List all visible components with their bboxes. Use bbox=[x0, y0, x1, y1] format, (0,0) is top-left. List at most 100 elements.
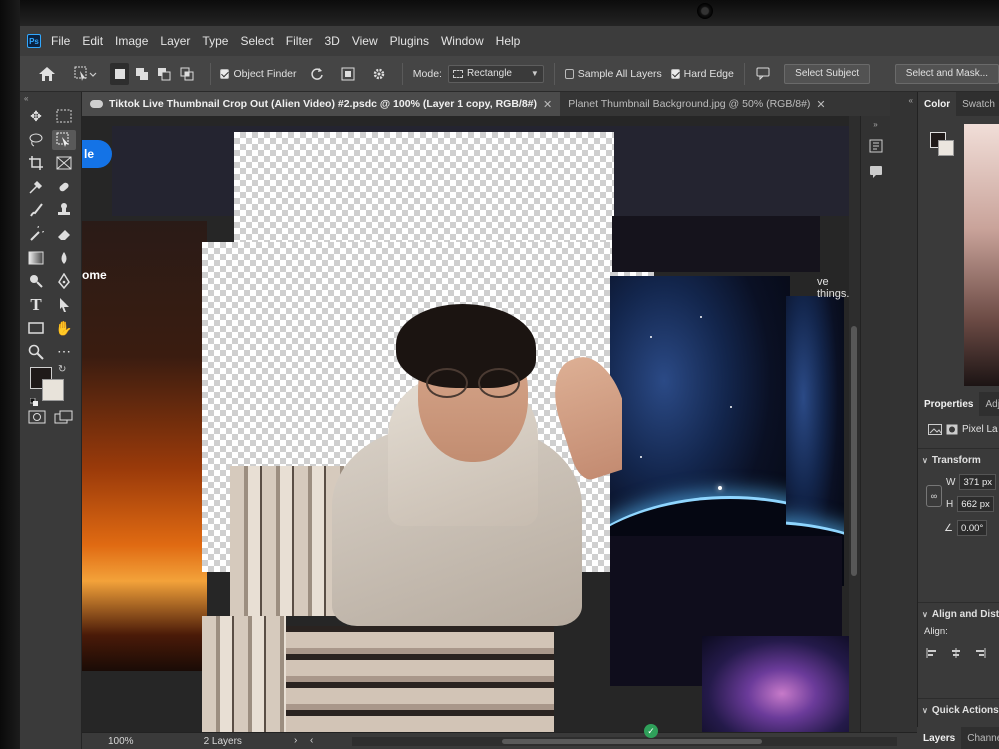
scroll-left-icon[interactable]: ‹ bbox=[310, 735, 313, 746]
path-selection-tool-icon[interactable] bbox=[52, 295, 76, 315]
canvas-vertical-scrollbar[interactable] bbox=[849, 116, 860, 732]
collapse-panels-icon[interactable]: » bbox=[861, 120, 890, 129]
chevron-down-icon: ▼ bbox=[530, 68, 539, 78]
object-selection-tool-icon[interactable] bbox=[52, 129, 76, 150]
quick-actions-title: Quick Actions bbox=[931, 705, 999, 716]
intersect-selection-icon[interactable] bbox=[177, 63, 196, 85]
align-right-icon[interactable] bbox=[974, 647, 986, 659]
gradient-tool-icon[interactable] bbox=[24, 248, 48, 268]
close-icon[interactable]: ✕ bbox=[816, 98, 825, 111]
link-icon[interactable]: ∞ bbox=[926, 485, 942, 507]
lasso-tool-icon[interactable] bbox=[24, 130, 48, 150]
new-selection-icon[interactable] bbox=[110, 62, 130, 85]
tab-swatches[interactable]: Swatch bbox=[956, 92, 999, 116]
menu-3d[interactable]: 3D bbox=[324, 34, 339, 48]
menu-image[interactable]: Image bbox=[115, 34, 148, 48]
quick-mask-icon[interactable] bbox=[28, 410, 46, 429]
align-center-icon[interactable] bbox=[950, 647, 962, 659]
add-to-selection-icon[interactable] bbox=[132, 63, 151, 85]
tab-properties[interactable]: Properties bbox=[918, 392, 980, 416]
right-panels: Color Swatch Properties Adj Pixel La ∨ T… bbox=[917, 92, 999, 749]
menu-select[interactable]: Select bbox=[240, 34, 273, 48]
crop-tool-icon[interactable] bbox=[24, 153, 48, 173]
tab-label: Tiktok Live Thumbnail Crop Out (Alien Vi… bbox=[109, 98, 538, 110]
chevron-down-icon[interactable]: ∨ bbox=[922, 610, 928, 619]
object-selection-tool-preset-icon[interactable] bbox=[74, 63, 98, 85]
stamp-tool-icon[interactable] bbox=[52, 200, 76, 220]
width-field[interactable]: 371 px bbox=[959, 474, 996, 490]
default-colors-icon[interactable] bbox=[29, 393, 38, 406]
tab-adjustments[interactable]: Adj bbox=[979, 392, 999, 416]
tab-tiktok-thumbnail[interactable]: Tiktok Live Thumbnail Crop Out (Alien Vi… bbox=[82, 92, 561, 116]
canvas-horizontal-scrollbar[interactable] bbox=[352, 737, 897, 746]
scrollbar-thumb[interactable] bbox=[851, 326, 857, 576]
more-tools-icon[interactable]: ⋯ bbox=[52, 342, 76, 362]
object-finder-checkbox[interactable] bbox=[220, 68, 230, 79]
menu-help[interactable]: Help bbox=[496, 34, 521, 48]
align-left-icon[interactable] bbox=[926, 647, 938, 659]
collapse-toolbar-icon[interactable]: « bbox=[24, 94, 28, 103]
eyedropper-tool-icon[interactable] bbox=[24, 177, 48, 197]
blur-tool-icon[interactable] bbox=[52, 248, 76, 268]
menu-filter[interactable]: Filter bbox=[286, 34, 313, 48]
tab-planet-background[interactable]: Planet Thumbnail Background.jpg @ 50% (R… bbox=[560, 92, 833, 116]
angle-field[interactable]: 0.00° bbox=[956, 520, 988, 536]
tab-layers[interactable]: Layers bbox=[917, 727, 962, 749]
status-chevron-icon[interactable]: › bbox=[294, 735, 297, 746]
background-color-swatch[interactable] bbox=[42, 379, 64, 401]
color-panel-tabs: Color Swatch bbox=[918, 92, 999, 116]
select-subject-button[interactable]: Select Subject bbox=[784, 63, 871, 84]
show-all-objects-icon[interactable] bbox=[338, 63, 357, 85]
menu-window[interactable]: Window bbox=[441, 34, 484, 48]
gear-icon[interactable] bbox=[370, 63, 389, 85]
tab-channels[interactable]: Channels bbox=[961, 727, 999, 749]
move-tool-icon[interactable]: ✥ bbox=[24, 106, 48, 126]
healing-brush-tool-icon[interactable] bbox=[52, 177, 76, 197]
mode-dropdown[interactable]: Rectangle ▼ bbox=[447, 64, 544, 83]
history-panel-icon[interactable] bbox=[866, 137, 886, 155]
hand-tool-icon[interactable]: ✋ bbox=[52, 318, 76, 338]
menu-file[interactable]: File bbox=[51, 34, 70, 48]
comment-icon[interactable] bbox=[755, 63, 774, 85]
menu-edit[interactable]: Edit bbox=[82, 34, 103, 48]
home-icon[interactable] bbox=[38, 66, 56, 82]
menu-plugins[interactable]: Plugins bbox=[390, 34, 429, 48]
color-picker-field[interactable] bbox=[964, 124, 999, 386]
marquee-tool-icon[interactable] bbox=[52, 106, 76, 126]
history-brush-tool-icon[interactable] bbox=[24, 224, 48, 244]
pen-tool-icon[interactable] bbox=[52, 271, 76, 291]
swap-colors-icon[interactable]: ↻ bbox=[58, 364, 66, 375]
menu-layer[interactable]: Layer bbox=[160, 34, 190, 48]
rectangle-tool-icon[interactable] bbox=[24, 318, 48, 338]
scrollbar-thumb[interactable] bbox=[502, 739, 762, 744]
brush-tool-icon[interactable] bbox=[24, 200, 48, 220]
zoom-tool-icon[interactable] bbox=[24, 342, 48, 362]
panel-background-swatch[interactable] bbox=[938, 140, 954, 156]
screen-mode-icon[interactable] bbox=[54, 410, 74, 429]
collapse-icon[interactable]: « bbox=[890, 96, 917, 105]
frame-tool-icon[interactable] bbox=[52, 153, 76, 173]
tab-color[interactable]: Color bbox=[918, 92, 957, 116]
chevron-down-icon[interactable]: ∨ bbox=[922, 456, 928, 465]
menu-type[interactable]: Type bbox=[202, 34, 228, 48]
comments-panel-icon[interactable] bbox=[866, 163, 886, 181]
subtract-from-selection-icon[interactable] bbox=[155, 63, 174, 85]
panel-icon-strip: » bbox=[860, 116, 890, 732]
sample-all-layers-label[interactable]: Sample All Layers bbox=[578, 68, 662, 80]
type-tool-icon[interactable]: T bbox=[24, 295, 48, 315]
hard-edge-checkbox[interactable] bbox=[670, 68, 680, 79]
hard-edge-label[interactable]: Hard Edge bbox=[684, 68, 734, 80]
object-finder-label[interactable]: Object Finder bbox=[233, 68, 296, 80]
chevron-down-icon[interactable]: ∨ bbox=[922, 706, 928, 715]
sample-all-layers-checkbox[interactable] bbox=[564, 68, 574, 79]
canvas-area[interactable]: le ome ve things. bbox=[82, 116, 860, 732]
dodge-tool-icon[interactable] bbox=[24, 271, 48, 291]
menu-view[interactable]: View bbox=[352, 34, 378, 48]
eraser-tool-icon[interactable] bbox=[52, 224, 76, 244]
zoom-level[interactable]: 100% bbox=[108, 736, 134, 747]
select-and-mask-button[interactable]: Select and Mask... bbox=[894, 63, 999, 84]
refresh-icon[interactable] bbox=[307, 63, 326, 85]
photoshop-logo-icon[interactable]: Ps bbox=[27, 34, 41, 48]
close-icon[interactable]: ✕ bbox=[543, 98, 552, 111]
height-field[interactable]: 662 px bbox=[957, 496, 994, 512]
